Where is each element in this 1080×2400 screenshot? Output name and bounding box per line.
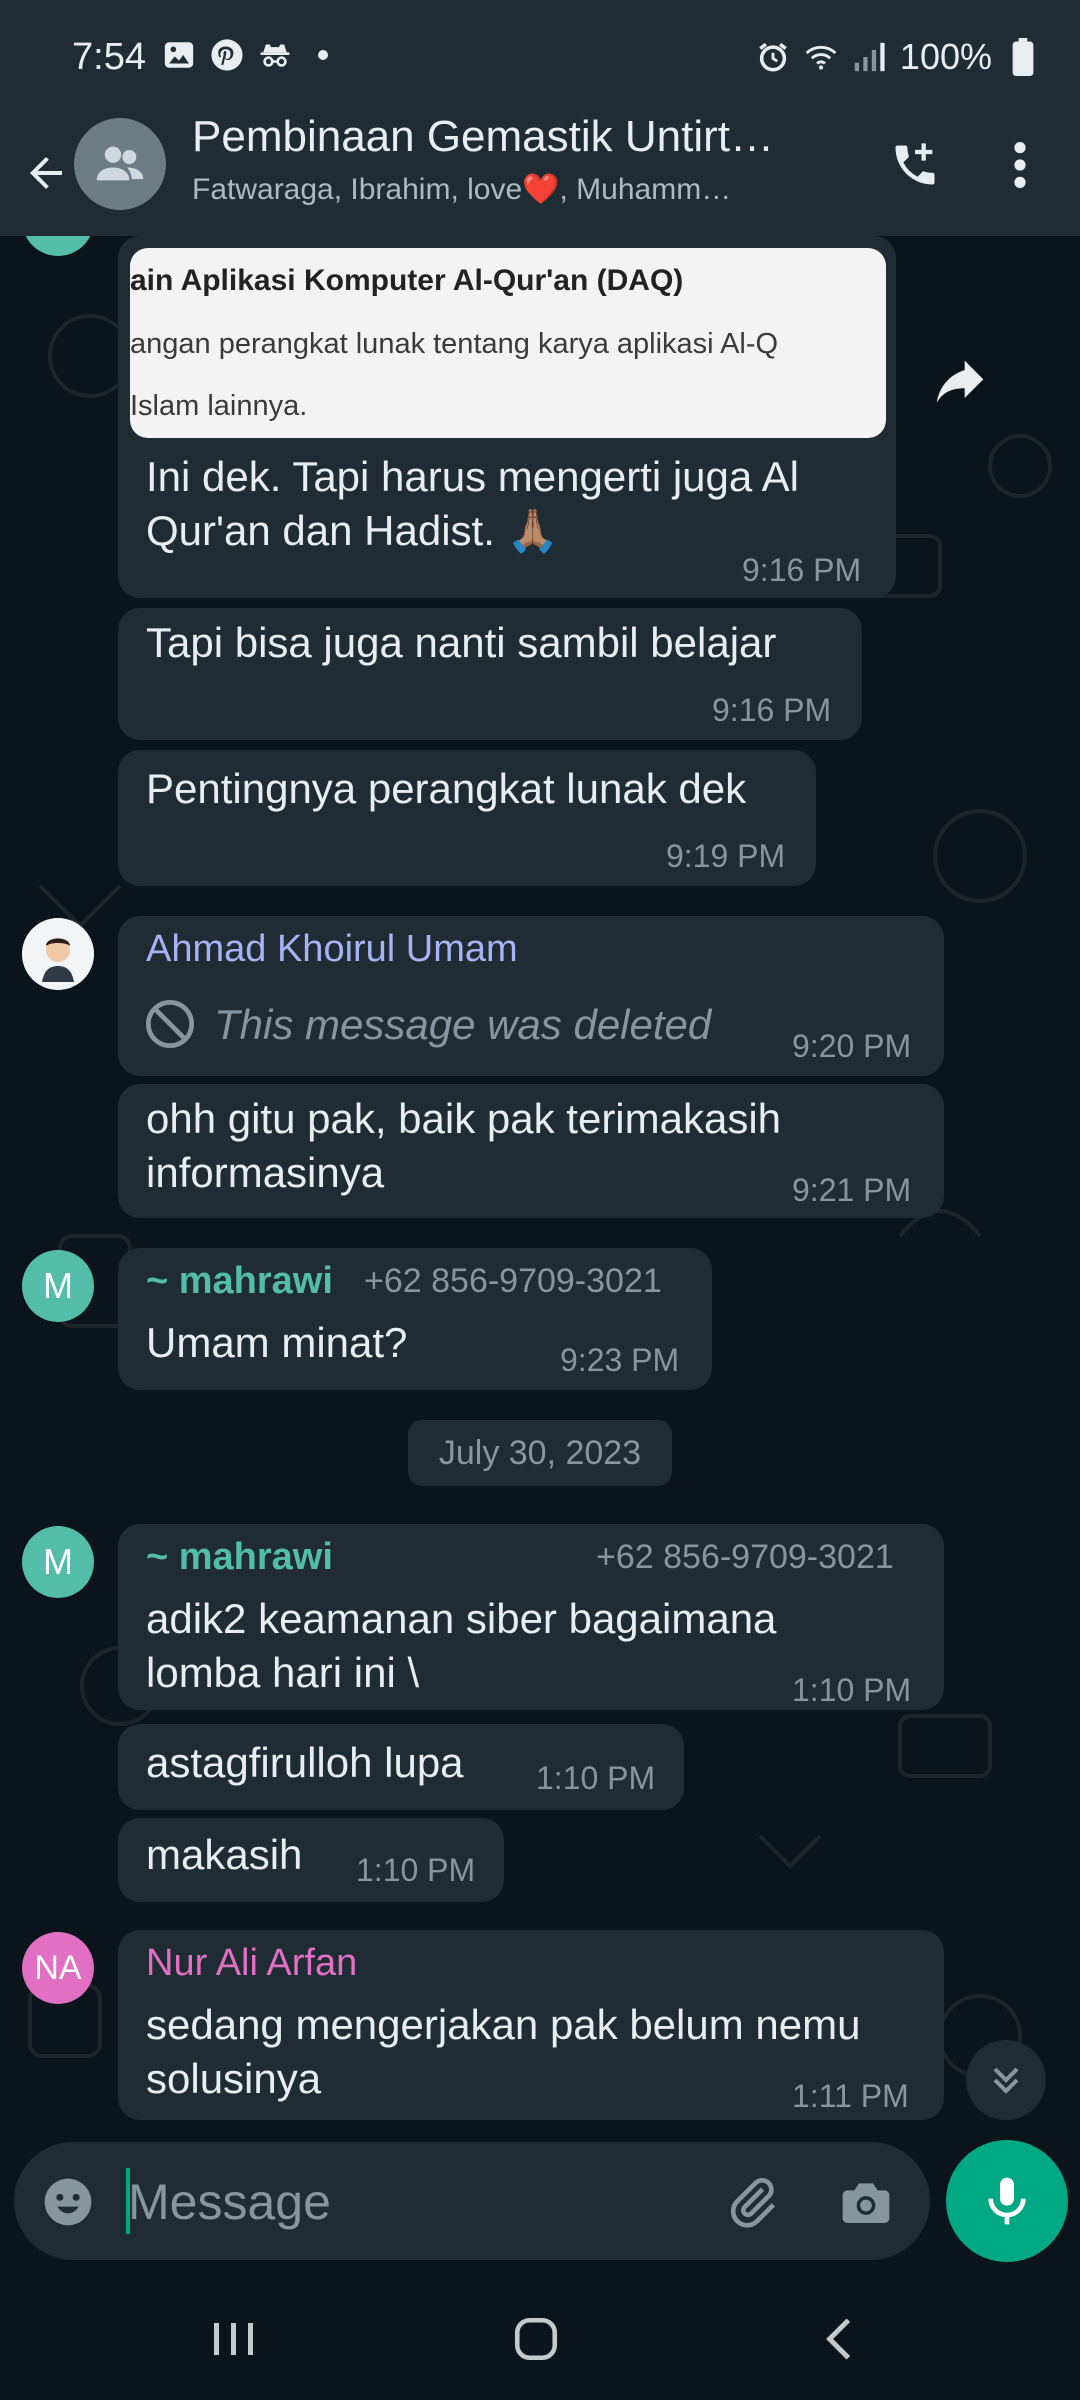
sender-name[interactable]: ~ mahrawi <box>146 1536 333 1579</box>
message-time: 9:16 PM <box>742 552 862 588</box>
avatar[interactable]: M <box>22 1526 94 1598</box>
phone-plus-icon <box>895 143 935 185</box>
message-input[interactable] <box>126 2162 710 2242</box>
message-text: Umam minat? <box>146 1319 408 1366</box>
battery-icon <box>1006 38 1040 76</box>
text-cursor <box>126 2168 130 2234</box>
attach-button[interactable] <box>720 2170 784 2234</box>
avatar-initial: NA <box>34 1948 82 1987</box>
message-text: astagfirulloh lupa <box>146 1739 464 1786</box>
group-title: Pembinaan Gemastik Untirt… <box>192 112 774 161</box>
system-navigation-bar <box>0 2278 1080 2400</box>
voice-message-button[interactable] <box>946 2140 1068 2262</box>
message-composer <box>14 2142 930 2260</box>
group-avatar[interactable] <box>74 118 166 210</box>
recent-apps-button[interactable] <box>174 2278 294 2400</box>
message-time: 9:21 PM <box>792 1172 912 1208</box>
image-text-line: ain Aplikasi Komputer Al-Qur'an (DAQ) <box>130 264 684 297</box>
chevron-double-down-icon <box>993 2067 1019 2094</box>
gallery-icon <box>162 38 196 72</box>
status-time: 7:54 <box>72 36 146 78</box>
arrow-left-icon <box>30 157 62 189</box>
home-icon <box>514 2317 558 2361</box>
battery-percent: 100% <box>899 36 992 77</box>
message-time: 1:10 PM <box>792 1672 912 1708</box>
image-text-line: Islam lainnya. <box>130 390 308 422</box>
forward-button[interactable] <box>928 352 992 416</box>
group-members: Fatwaraga, Ibrahim, love❤️, Muhamm… <box>192 173 732 206</box>
avatar[interactable]: M <box>22 1250 94 1322</box>
share-icon <box>936 360 984 403</box>
image-text-line: angan perangkat lunak tentang karya apli… <box>130 328 779 360</box>
add-call-button[interactable] <box>880 130 950 200</box>
microphone-icon <box>988 2177 1026 2225</box>
emoji-button[interactable] <box>38 2172 98 2232</box>
message-text: Pentingnya perangkat lunak dek <box>146 765 747 812</box>
home-button[interactable] <box>476 2278 596 2400</box>
date-separator: July 30, 2023 <box>408 1420 672 1486</box>
message-text: Tapi bisa juga nanti sambil belajar <box>146 619 777 666</box>
alarm-icon <box>756 40 790 74</box>
message-time: 9:16 PM <box>712 692 832 728</box>
message-time: 9:19 PM <box>666 838 786 874</box>
shared-image[interactable]: ain Aplikasi Komputer Al-Qur'an (DAQ) an… <box>130 248 886 438</box>
sender-phone: +62 856-9709-3021 <box>596 1538 894 1576</box>
paperclip-icon <box>730 2178 776 2228</box>
chat-title-area[interactable]: Pembinaan Gemastik Untirt… Fatwaraga, Ib… <box>192 112 852 207</box>
message-time: 9:20 PM <box>792 1028 912 1064</box>
back-button[interactable] <box>16 138 76 208</box>
dot-icon <box>306 38 340 72</box>
group-icon <box>96 146 144 181</box>
message-text: Ini dek. Tapi harus mengerti juga Al Qur… <box>146 453 799 554</box>
message-time: 9:23 PM <box>560 1342 680 1378</box>
status-bar: 7:54 100% <box>0 0 1080 110</box>
sender-name[interactable]: Nur Ali Arfan <box>146 1942 357 1985</box>
incognito-icon <box>258 38 292 72</box>
chat-messages[interactable]: ain Aplikasi Komputer Al-Qur'an (DAQ) an… <box>0 236 1080 2136</box>
sender-phone: +62 856-9709-3021 <box>364 1262 662 1300</box>
recents-icon <box>214 2323 253 2355</box>
chevron-left-icon <box>826 2318 851 2360</box>
message-time: 1:10 PM <box>356 1852 476 1888</box>
camera-icon <box>842 2183 890 2223</box>
sender-name[interactable]: Ahmad Khoirul Umam <box>146 928 518 971</box>
back-nav-button[interactable] <box>780 2278 900 2400</box>
signal-icon <box>852 40 886 74</box>
avatar-initial: M <box>43 1265 73 1306</box>
wifi-icon <box>804 40 838 74</box>
notification-icons <box>162 38 340 72</box>
message-time: 1:11 PM <box>792 2078 909 2114</box>
system-icons: 100% <box>756 36 1040 78</box>
avatar-initial: M <box>43 1541 73 1582</box>
avatar[interactable]: NA <box>22 1932 94 2004</box>
more-options-button[interactable] <box>990 130 1050 200</box>
emoji-icon <box>44 2178 92 2226</box>
message-text: adik2 keamanan siber bagaimana lomba har… <box>146 1595 777 1696</box>
blocked-icon <box>144 998 196 1055</box>
message-time: 1:10 PM <box>536 1760 656 1796</box>
more-vertical-icon <box>1014 142 1026 188</box>
pinterest-icon <box>210 38 244 72</box>
message-text: ohh gitu pak, baik pak terimakasih infor… <box>146 1095 782 1196</box>
message-text: makasih <box>146 1831 303 1878</box>
memoji-avatar-icon <box>22 918 94 990</box>
deleted-message-text: This message was deleted <box>214 1001 712 1048</box>
camera-button[interactable] <box>834 2170 898 2234</box>
scroll-to-bottom-button[interactable] <box>966 2040 1046 2120</box>
avatar[interactable] <box>22 918 94 990</box>
sender-name[interactable]: ~ mahrawi <box>146 1260 333 1303</box>
